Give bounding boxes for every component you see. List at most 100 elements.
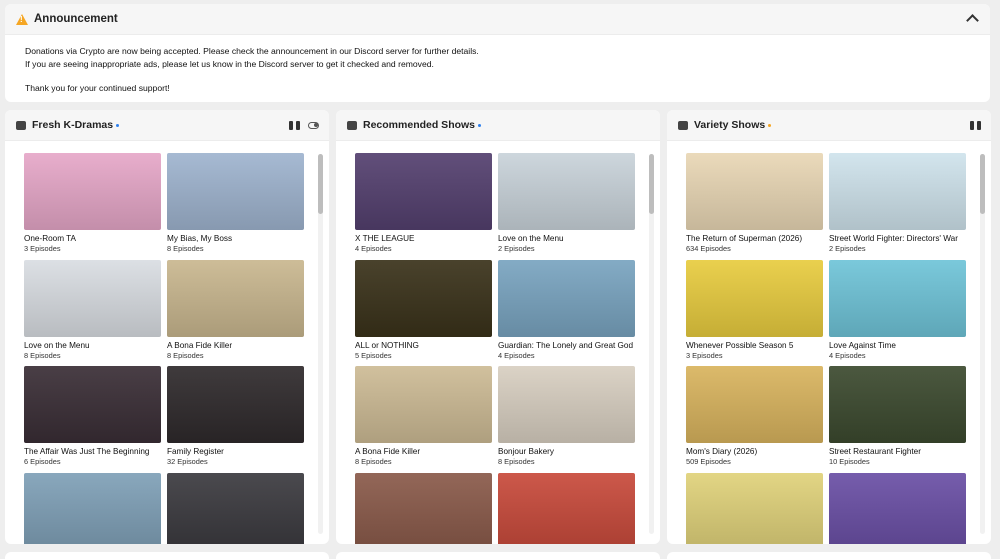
- show-title[interactable]: Street Restaurant Fighter: [829, 447, 966, 456]
- panel-header: Fresh K-Dramas: [5, 110, 329, 141]
- show-card[interactable]: Whenever Possible Season 53 Episodes: [686, 259, 823, 367]
- show-thumbnail[interactable]: [355, 259, 492, 337]
- episode-count: 4 Episodes: [829, 350, 866, 360]
- show-thumbnail[interactable]: [686, 473, 823, 544]
- show-card[interactable]: [829, 473, 966, 544]
- show-thumbnail[interactable]: [24, 259, 161, 337]
- show-thumbnail[interactable]: [829, 259, 966, 337]
- show-card[interactable]: A Bona Fide Killer 8 Episodes: [355, 366, 492, 473]
- show-title[interactable]: Love on the Menu: [498, 234, 635, 243]
- show-title[interactable]: Bonjour Bakery: [498, 447, 635, 456]
- show-thumbnail[interactable]: [24, 153, 161, 230]
- show-card[interactable]: [355, 473, 492, 544]
- show-title[interactable]: Family Register: [167, 447, 304, 456]
- binoculars-icon[interactable]: [289, 121, 300, 130]
- episode-count: 4 Episodes: [355, 244, 392, 253]
- binoculars-icon[interactable]: [970, 121, 981, 130]
- show-title[interactable]: A Bona Fide Killer: [167, 341, 304, 350]
- status-dot-icon: [116, 123, 120, 127]
- show-thumbnail[interactable]: [355, 153, 492, 230]
- episode-count: 8 Episodes: [167, 244, 204, 253]
- announcement-header[interactable]: Announcement: [5, 4, 990, 35]
- show-title[interactable]: Love Against Time: [829, 341, 966, 350]
- show-card[interactable]: Street World Fighter: Directors' War 2 Ep…: [829, 153, 966, 260]
- show-card[interactable]: Guardian: The Lonely and Great God 4 Epis…: [498, 259, 635, 367]
- show-thumbnail[interactable]: [829, 366, 966, 444]
- announcement-body: Donations via Crypto are now being accep…: [5, 35, 990, 95]
- tv-icon: [16, 120, 26, 130]
- show-thumbnail[interactable]: [355, 473, 492, 544]
- show-card[interactable]: [498, 473, 635, 544]
- show-title[interactable]: A Bona Fide Killer: [355, 447, 492, 456]
- show-card[interactable]: [686, 473, 823, 544]
- show-thumbnail[interactable]: [686, 153, 823, 230]
- show-thumbnail[interactable]: [498, 259, 635, 337]
- show-title[interactable]: X THE LEAGUE: [355, 234, 492, 243]
- episode-count: 3 Episodes: [24, 244, 61, 253]
- show-card[interactable]: ALL or NOTHING 5 Episodes: [355, 259, 492, 367]
- show-card[interactable]: [167, 473, 304, 544]
- show-card[interactable]: Love on the Menu 8 Episodes: [24, 259, 161, 367]
- show-card[interactable]: X THE LEAGUE 4 Episodes: [355, 153, 492, 260]
- show-thumbnail[interactable]: [167, 366, 304, 444]
- next-panel-edge: [5, 552, 329, 559]
- show-card[interactable]: Family Register 32 Episodes: [167, 366, 304, 473]
- scrollbar[interactable]: [980, 154, 985, 534]
- show-thumbnail[interactable]: [829, 473, 966, 544]
- show-thumbnail[interactable]: [498, 366, 635, 444]
- episode-count: 509 Episodes: [686, 457, 731, 467]
- scrollbar[interactable]: [318, 154, 323, 534]
- show-thumbnail[interactable]: [24, 473, 161, 544]
- show-title[interactable]: The Return of Superman (2026): [686, 234, 823, 243]
- show-card[interactable]: The Return of Superman (2026) 634 Episode…: [686, 153, 823, 260]
- clapperboard-icon: [678, 120, 688, 130]
- show-thumbnail[interactable]: [498, 153, 635, 230]
- show-card[interactable]: My Bias, My Boss 8 Episodes: [167, 153, 304, 260]
- show-title[interactable]: ALL or NOTHING: [355, 341, 492, 350]
- scrollbar-thumb[interactable]: [318, 154, 323, 214]
- show-card[interactable]: Love Against Time 4 Episodes: [829, 259, 966, 367]
- show-thumbnail[interactable]: [167, 473, 304, 544]
- panel-variety-shows: Variety Shows The Return of Superman (20…: [667, 110, 991, 544]
- show-thumbnail[interactable]: [355, 366, 492, 444]
- show-title[interactable]: Mom's Diary (2026): [686, 447, 823, 456]
- status-dot-icon: [768, 123, 772, 127]
- episode-count: 3 Episodes: [686, 350, 723, 360]
- scrollbar-thumb[interactable]: [649, 154, 654, 214]
- show-title[interactable]: Love on the Menu: [24, 341, 161, 350]
- episode-count: 8 Episodes: [498, 457, 535, 467]
- show-thumbnail[interactable]: [686, 366, 823, 444]
- show-card[interactable]: Street Restaurant Fighter 10 Episodes: [829, 366, 966, 473]
- panel-header: Recommended Shows: [336, 110, 660, 141]
- show-title[interactable]: Street World Fighter: Directors' War: [829, 234, 966, 243]
- episode-count: 6 Episodes: [24, 457, 61, 467]
- chevron-up-icon[interactable]: [966, 14, 979, 27]
- show-title[interactable]: Whenever Possible Season 5: [686, 341, 823, 350]
- show-title[interactable]: Guardian: The Lonely and Great God: [498, 341, 635, 350]
- scrollbar-thumb[interactable]: [980, 154, 985, 214]
- toggle-icon[interactable]: [308, 122, 319, 129]
- show-card[interactable]: [24, 473, 161, 544]
- show-grid: X THE LEAGUE 4 Episodes Love on the Menu 2…: [355, 153, 635, 544]
- show-title[interactable]: My Bias, My Boss: [167, 234, 304, 243]
- show-card[interactable]: A Bona Fide Killer 8 Episodes: [167, 259, 304, 367]
- warning-icon: [16, 13, 28, 25]
- episode-count: 8 Episodes: [24, 350, 61, 360]
- show-thumbnail[interactable]: [686, 259, 823, 337]
- show-card[interactable]: One-Room TA 3 Episodes: [24, 153, 161, 260]
- show-thumbnail[interactable]: [167, 259, 304, 337]
- show-card[interactable]: Love on the Menu 2 Episodes: [498, 153, 635, 260]
- scrollbar[interactable]: [649, 154, 654, 534]
- panel-title: Fresh K-Dramas: [32, 119, 114, 131]
- panel-title: Variety Shows: [694, 119, 766, 131]
- show-thumbnail[interactable]: [24, 366, 161, 444]
- show-card[interactable]: Mom's Diary (2026) 509 Episodes: [686, 366, 823, 473]
- show-title[interactable]: The Affair Was Just The Beginning: [24, 447, 161, 456]
- show-thumbnail[interactable]: [167, 153, 304, 230]
- show-card[interactable]: The Affair Was Just The Beginning 6 Episo…: [24, 366, 161, 473]
- show-card[interactable]: Bonjour Bakery 8 Episodes: [498, 366, 635, 473]
- show-title[interactable]: One-Room TA: [24, 234, 161, 243]
- show-thumbnail[interactable]: [829, 153, 966, 230]
- show-grid: The Return of Superman (2026) 634 Episode…: [686, 153, 966, 544]
- show-thumbnail[interactable]: [498, 473, 635, 544]
